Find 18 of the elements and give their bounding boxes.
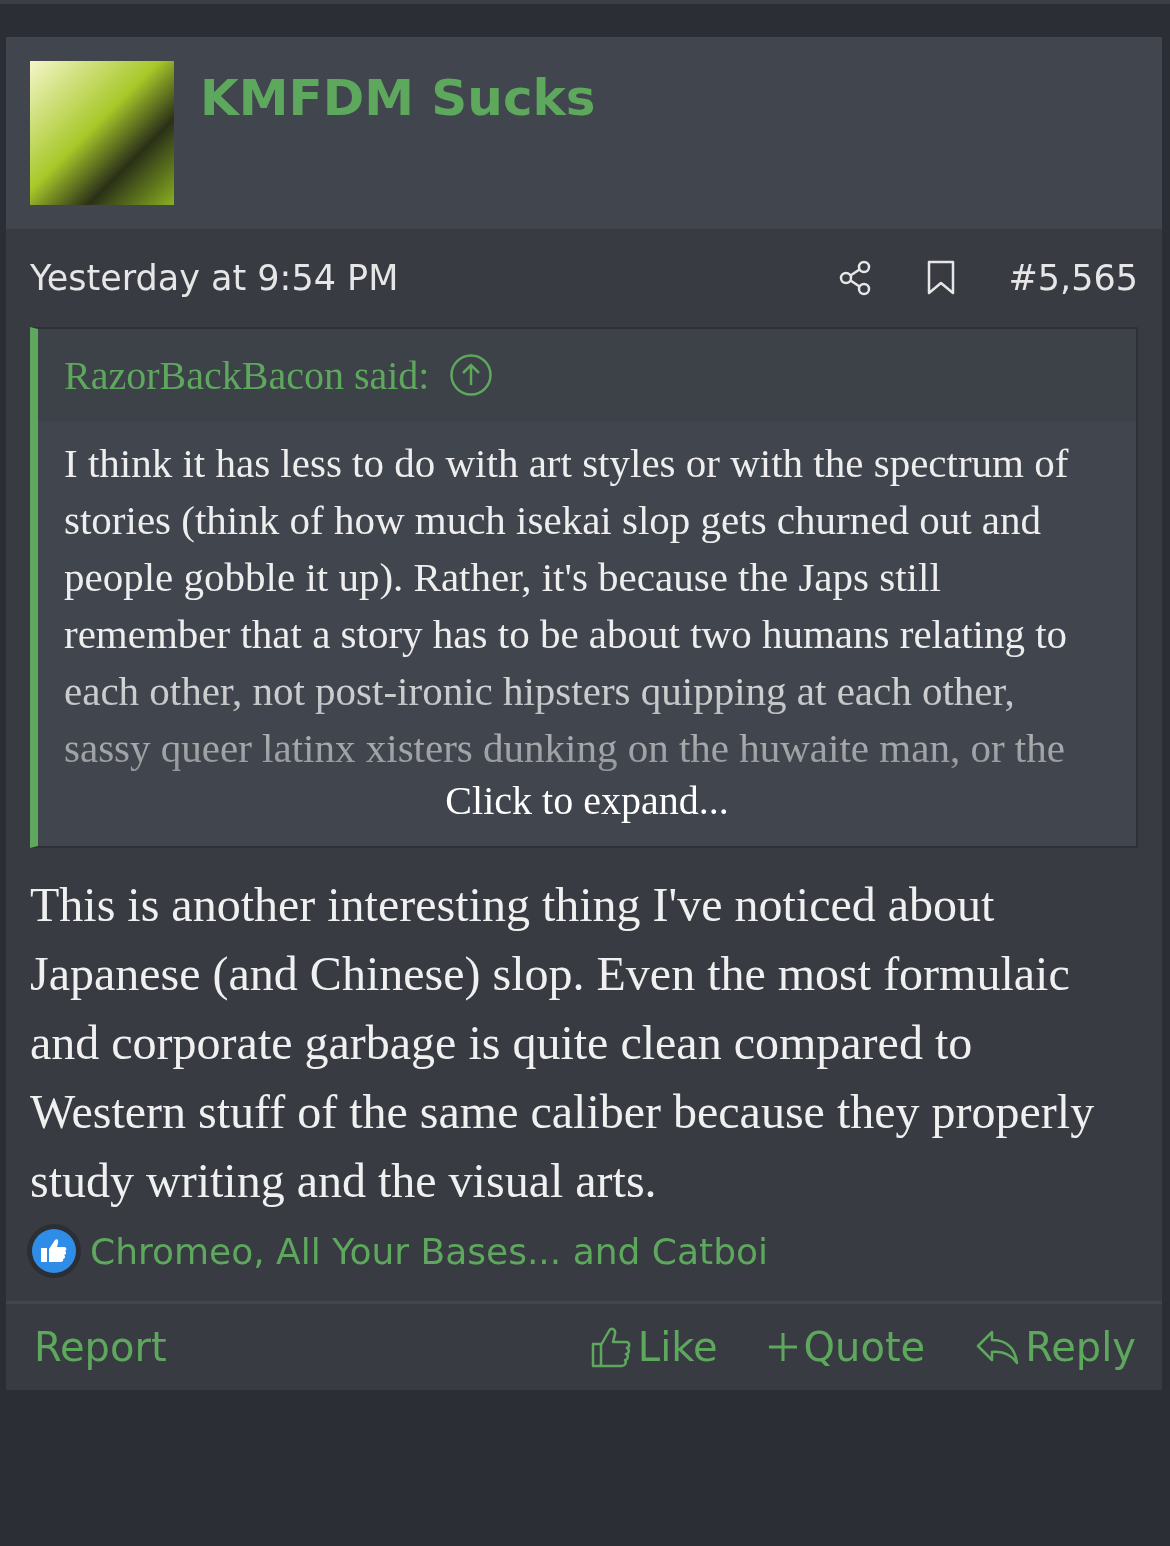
thumbs-up-icon (589, 1325, 632, 1369)
quote-author[interactable]: RazorBackBacon said: (64, 351, 430, 399)
post-body: This is another interesting thing I've noticed about Japanese (and Chinese) slop. Even the most formulaic and corporate garbage is quite clean compared to Western stuff of the same caliber because they properly study writing and the visual arts. (30, 877, 1096, 1209)
report-link[interactable]: Report (34, 1324, 167, 1370)
thumbs-up-icon (26, 1223, 82, 1279)
quote-text: I think it has less to do with art styles or with the spectrum of stories (think of how much isekai slop gets churned out and people gobble it up). Rather, it's because the Japs still remember that a story has to be about two humans relating to each other, not post-ironic hipsters quipping at each other, sassy queer latinx xisters dunking on the huwaite man, or the (64, 439, 1070, 773)
plus-icon (767, 1332, 798, 1362)
expand-link[interactable]: Click to expand... (445, 777, 729, 824)
post-number[interactable]: #5,565 (1008, 258, 1138, 298)
bookmark-icon[interactable] (926, 260, 957, 296)
post-time[interactable]: Yesterday at 9:54 PM (30, 258, 399, 298)
avatar-picture[interactable] (30, 61, 174, 205)
author-name[interactable]: KMFDM Sucks (200, 69, 596, 127)
quote-button[interactable]: Quote (767, 1324, 926, 1370)
reaction-list[interactable]: Chromeo, All Your Bases... and Catboi (90, 1230, 769, 1272)
like-button[interactable]: Like (589, 1324, 718, 1370)
reply-arrow-icon (975, 1329, 1020, 1365)
reply-button[interactable]: Reply (975, 1324, 1136, 1370)
